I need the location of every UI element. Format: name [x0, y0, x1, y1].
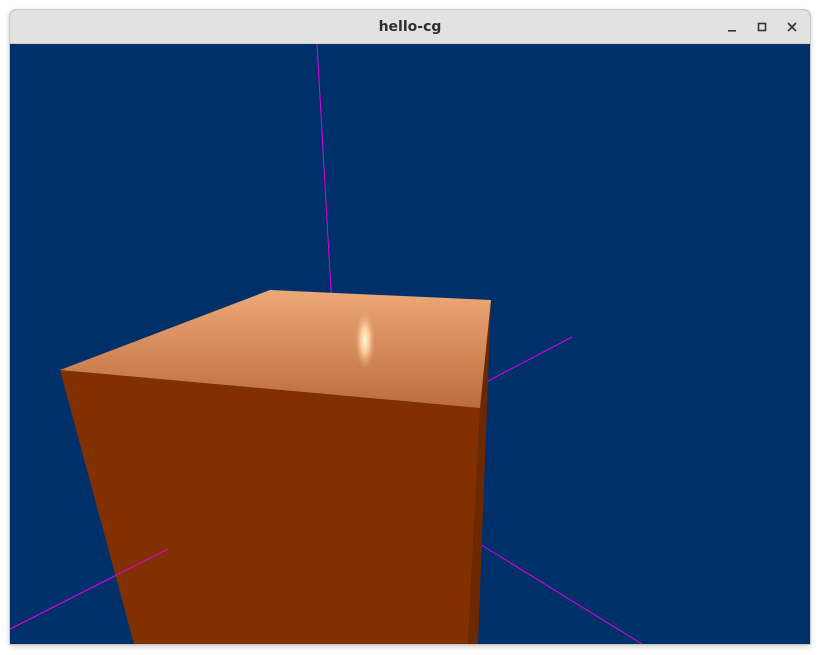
app-window: hello-cg	[10, 10, 810, 644]
maximize-button[interactable]	[751, 17, 773, 37]
cube-front-face	[60, 370, 480, 644]
minimize-button[interactable]	[721, 17, 743, 37]
window-title: hello-cg	[378, 19, 442, 35]
close-button[interactable]	[781, 17, 803, 37]
maximize-icon	[757, 22, 767, 32]
title-bar[interactable]: hello-cg	[10, 10, 810, 44]
scene-canvas	[10, 44, 810, 644]
specular-highlight	[355, 310, 375, 370]
render-viewport[interactable]	[10, 44, 810, 644]
minimize-icon	[728, 30, 736, 32]
close-icon	[787, 22, 797, 32]
